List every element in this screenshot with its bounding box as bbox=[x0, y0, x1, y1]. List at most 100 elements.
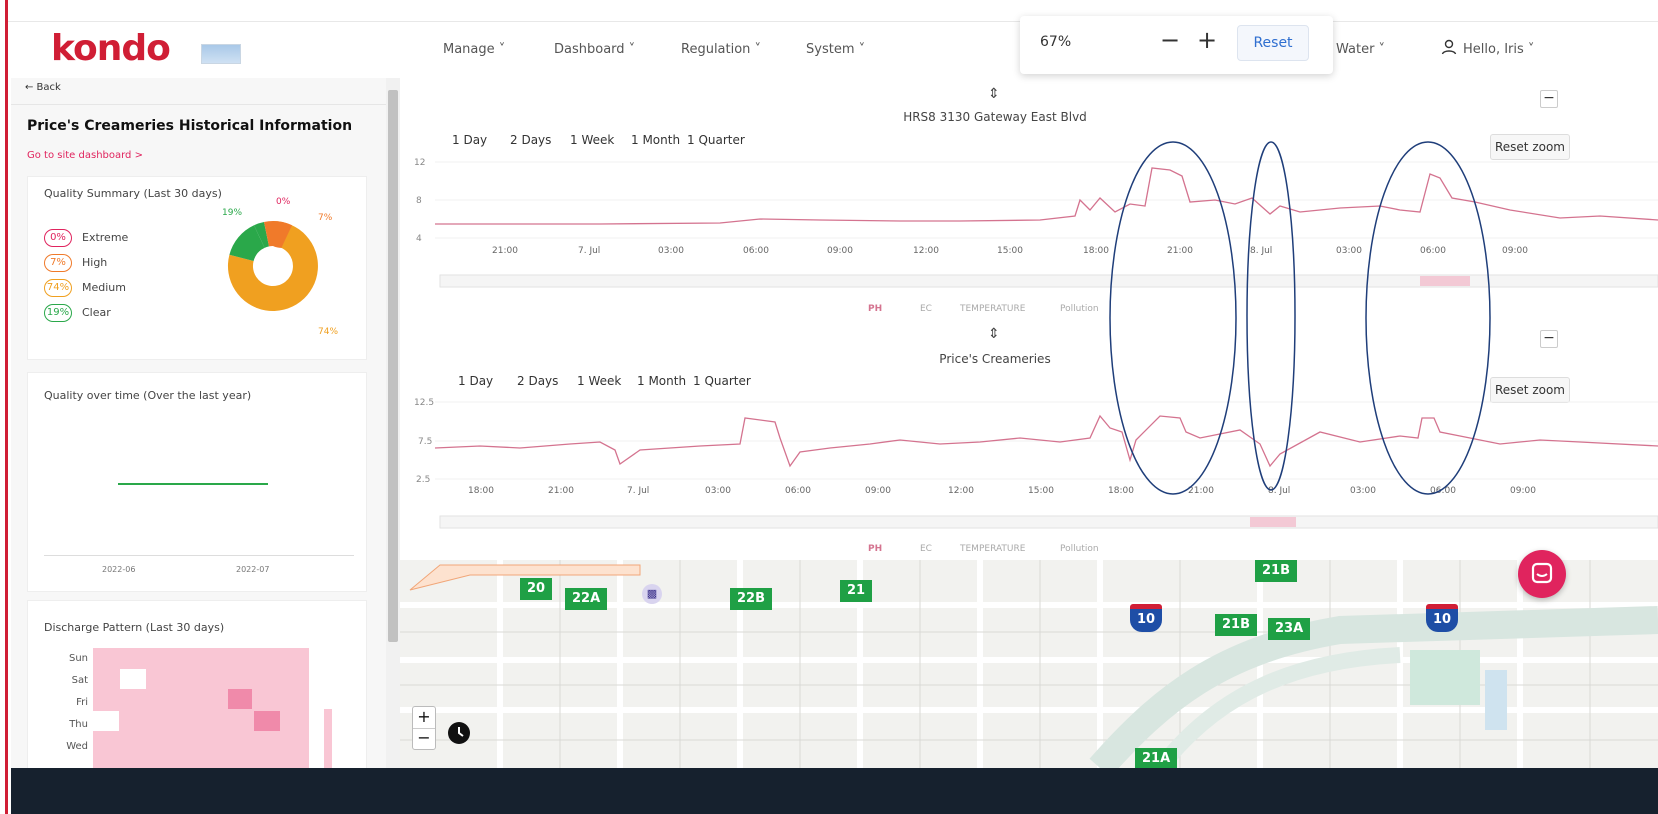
quality-summary-card: Quality Summary (Last 30 days) 0% Extrem… bbox=[27, 176, 367, 360]
x-tick: 21:00 bbox=[492, 246, 518, 256]
quality-trend-line bbox=[118, 483, 268, 485]
left-accent-bar bbox=[0, 0, 8, 814]
nav-system[interactable]: System ˅ bbox=[806, 42, 865, 57]
x-tick: 06:00 bbox=[1430, 486, 1456, 496]
card-title: Quality over time (Over the last year) bbox=[44, 389, 252, 402]
map[interactable]: 20 22A 22B 21 21B 21B 23A 21A 10 10 ▩ + … bbox=[400, 560, 1658, 768]
x-tick: 7. Jul bbox=[627, 486, 650, 496]
x-tick: 06:00 bbox=[785, 486, 811, 496]
nav-regulation[interactable]: Regulation ˅ bbox=[681, 42, 761, 57]
nav-dashboard[interactable]: Dashboard ˅ bbox=[554, 42, 635, 57]
x-axis bbox=[44, 555, 354, 556]
map-zoom-out-button[interactable]: − bbox=[413, 729, 435, 749]
zoom-panel: 67% − + Reset bbox=[1020, 16, 1333, 74]
clock-icon[interactable] bbox=[446, 720, 472, 746]
x-tick: 8. Jul bbox=[1250, 246, 1273, 256]
divider bbox=[11, 104, 386, 105]
day-label: Wed bbox=[66, 741, 88, 752]
chat-icon bbox=[1531, 562, 1553, 584]
x-tick: 15:00 bbox=[1028, 486, 1054, 496]
zoom-out-button[interactable]: − bbox=[1160, 26, 1180, 54]
legend-temperature[interactable]: TEMPERATURE bbox=[960, 304, 1025, 314]
chart-panel-2: ⇕ Price's Creameries − 1 Day 2 Days 1 We… bbox=[400, 320, 1658, 560]
kondo-logo[interactable]: kondo bbox=[51, 28, 171, 69]
card-title: Quality Summary (Last 30 days) bbox=[44, 187, 222, 200]
x-tick: 15:00 bbox=[997, 246, 1023, 256]
ph-plot-2 bbox=[434, 401, 1658, 529]
x-tick: 12:00 bbox=[913, 246, 939, 256]
bottom-bar bbox=[11, 768, 1658, 814]
page-title: Price's Creameries Historical Informatio… bbox=[27, 118, 353, 134]
day-label: Fri bbox=[76, 697, 88, 708]
clear-pill: 19% bbox=[44, 304, 72, 322]
x-tick: 2022-06 bbox=[102, 565, 136, 574]
donut-label-medium: 74% bbox=[318, 327, 339, 337]
heatmap-cell bbox=[254, 711, 280, 731]
x-tick: 21:00 bbox=[1188, 486, 1214, 496]
interstate-shield-icon: 10 bbox=[1130, 604, 1162, 632]
x-tick: 18:00 bbox=[1108, 486, 1134, 496]
x-tick: 09:00 bbox=[865, 486, 891, 496]
x-tick: 09:00 bbox=[1502, 246, 1528, 256]
screen: { "header": { "logo": "kondo", "nav": ["… bbox=[0, 0, 1658, 814]
zoom-in-button[interactable]: + bbox=[1197, 26, 1217, 54]
card-title: Discharge Pattern (Last 30 days) bbox=[44, 621, 225, 634]
site-dashboard-link[interactable]: Go to site dashboard > bbox=[27, 150, 143, 161]
map-zoom-control: + − bbox=[412, 706, 436, 750]
flag-icon bbox=[201, 44, 241, 64]
high-label: High bbox=[82, 256, 108, 269]
x-tick: 18:00 bbox=[468, 486, 494, 496]
quality-over-time-card: Quality over time (Over the last year) 2… bbox=[27, 372, 367, 592]
x-tick: 06:00 bbox=[1420, 246, 1446, 256]
exit-sign: 21A bbox=[1135, 748, 1178, 768]
legend-ph[interactable]: PH bbox=[868, 544, 882, 554]
heatmap-cell bbox=[228, 689, 252, 709]
user-icon bbox=[1441, 39, 1457, 59]
medium-pill: 74% bbox=[44, 279, 72, 297]
exit-sign: 22B bbox=[730, 588, 772, 610]
legend-pollution[interactable]: Pollution bbox=[1060, 544, 1099, 554]
legend-pollution[interactable]: Pollution bbox=[1060, 304, 1099, 314]
extreme-label: Extreme bbox=[82, 231, 129, 244]
discharge-pattern-card: Discharge Pattern (Last 30 days) Sun Sat… bbox=[27, 600, 367, 780]
sidebar: ← Back Price's Creameries Historical Inf… bbox=[11, 78, 386, 780]
exit-sign: 21 bbox=[840, 580, 873, 602]
x-tick: 7. Jul bbox=[578, 246, 601, 256]
x-tick: 21:00 bbox=[548, 486, 574, 496]
x-tick: 03:00 bbox=[658, 246, 684, 256]
day-label: Sun bbox=[68, 653, 88, 664]
nav-manage[interactable]: Manage ˅ bbox=[443, 42, 505, 57]
sidebar-scrollbar-thumb[interactable] bbox=[388, 90, 398, 642]
donut-label-clear: 19% bbox=[222, 208, 243, 218]
back-link[interactable]: ← Back bbox=[25, 82, 61, 93]
legend-ec[interactable]: EC bbox=[920, 304, 932, 314]
chat-button[interactable] bbox=[1518, 550, 1566, 598]
ph-plot-1 bbox=[435, 161, 1658, 288]
user-menu[interactable]: Hello, Iris ˅ bbox=[1463, 42, 1534, 57]
nav-water[interactable]: Water ˅ bbox=[1336, 42, 1385, 57]
legend-ph[interactable]: PH bbox=[868, 304, 882, 314]
ph-series-line bbox=[435, 167, 1658, 225]
exit-sign: 22A bbox=[565, 588, 608, 610]
exit-sign: 21B bbox=[1255, 560, 1297, 582]
facility-marker-icon[interactable]: ▩ bbox=[642, 584, 662, 604]
x-tick: 03:00 bbox=[1336, 246, 1362, 256]
legend-temperature[interactable]: TEMPERATURE bbox=[960, 544, 1025, 554]
x-tick: 03:00 bbox=[1350, 486, 1376, 496]
quality-donut-chart bbox=[227, 221, 318, 311]
extreme-pill: 0% bbox=[44, 229, 72, 247]
clear-label: Clear bbox=[82, 306, 111, 319]
x-tick: 06:00 bbox=[743, 246, 769, 256]
chart-panel-1: ⇕ HRS8 3130 Gateway East Blvd − 1 Day 2 … bbox=[400, 78, 1658, 320]
day-label: Thu bbox=[69, 719, 88, 730]
heatmap-cell bbox=[120, 669, 146, 689]
donut-label-high: 7% bbox=[318, 213, 333, 223]
legend-ec[interactable]: EC bbox=[920, 544, 932, 554]
interstate-shield-icon: 10 bbox=[1426, 604, 1458, 632]
exit-sign: 20 bbox=[520, 578, 553, 600]
day-label: Sat bbox=[71, 675, 88, 686]
zoom-reset-button[interactable]: Reset bbox=[1237, 25, 1309, 61]
map-zoom-in-button[interactable]: + bbox=[413, 707, 435, 729]
heatmap-cell bbox=[93, 711, 119, 731]
x-tick: 12:00 bbox=[948, 486, 974, 496]
